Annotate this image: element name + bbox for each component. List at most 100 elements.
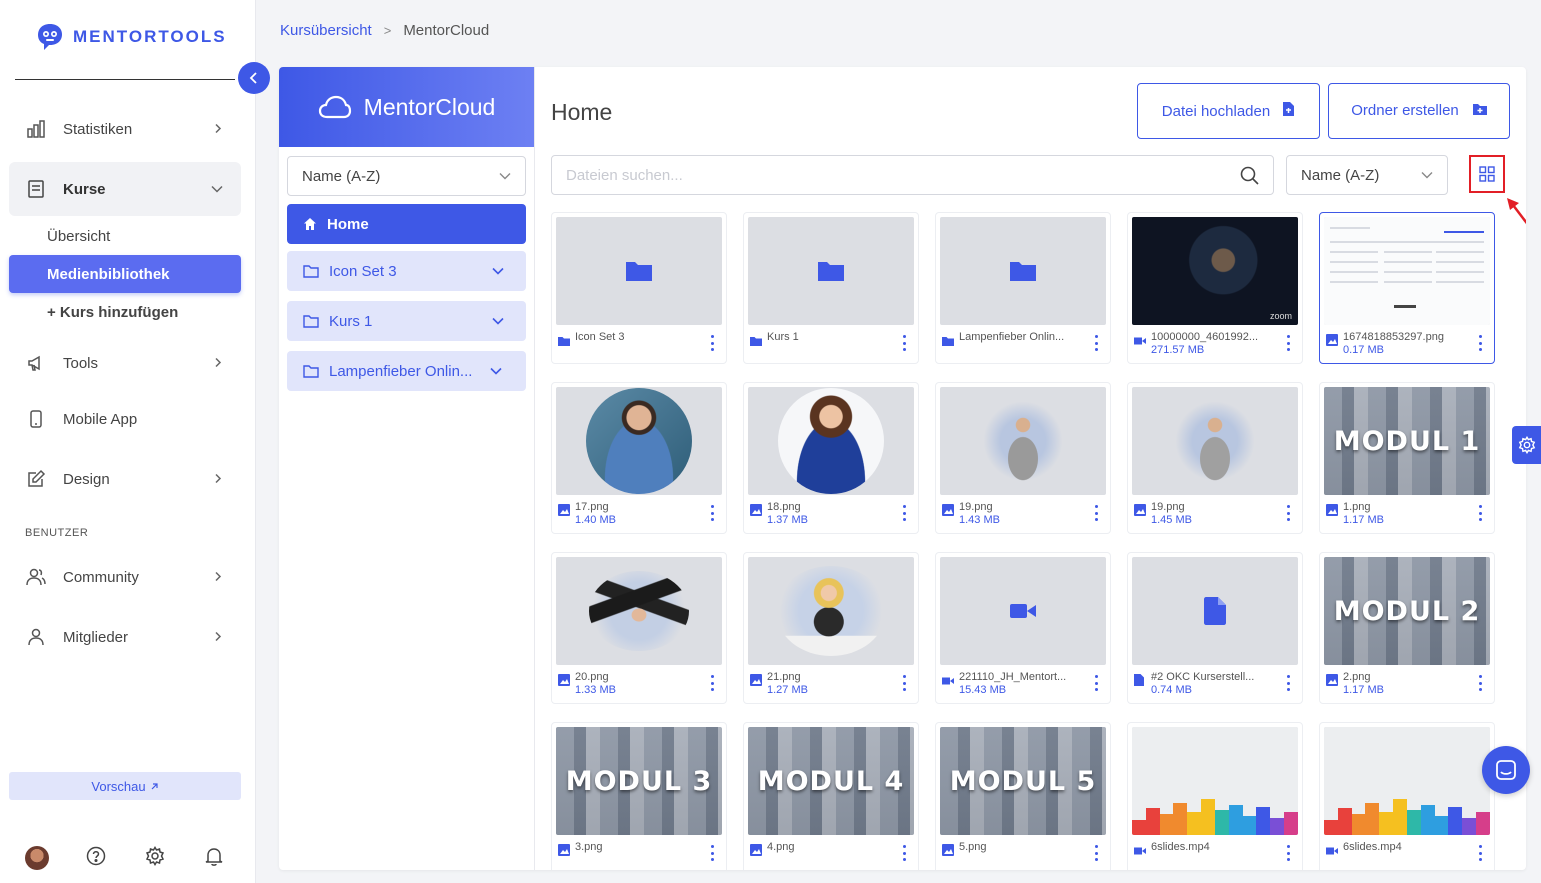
file-tile[interactable]: #2 OKC Kurserstell... 0.74 MB: [1127, 552, 1303, 704]
sidebar-item-label: Statistiken: [63, 120, 133, 138]
more-vertical-icon[interactable]: [902, 505, 906, 521]
sidebar-subitem-uebersicht[interactable]: Übersicht: [9, 217, 241, 255]
chevron-down-icon[interactable]: [492, 313, 504, 330]
more-vertical-icon[interactable]: [902, 845, 906, 861]
preview-button[interactable]: Vorschau: [9, 772, 241, 800]
sidebar-item-community[interactable]: Community: [9, 550, 241, 604]
help-icon[interactable]: [86, 846, 106, 871]
file-size: 1.33 MB: [575, 684, 616, 696]
tree-node-icon-set-3[interactable]: Icon Set 3: [287, 251, 526, 291]
collapse-sidebar-button[interactable]: [238, 62, 270, 94]
chevron-right-icon: [213, 569, 223, 586]
more-vertical-icon[interactable]: [710, 845, 714, 861]
file-tile[interactable]: MODUL 4 4.png: [743, 722, 919, 870]
chat-launcher-button[interactable]: [1482, 746, 1530, 794]
create-folder-button[interactable]: Ordner erstellen: [1328, 83, 1510, 139]
file-meta: Kurs 1: [750, 331, 894, 351]
tree-node-kurs-1[interactable]: Kurs 1: [287, 301, 526, 341]
more-vertical-icon[interactable]: [1094, 335, 1098, 351]
sidebar-item-statistiken[interactable]: Statistiken: [9, 102, 241, 156]
more-vertical-icon[interactable]: [1094, 675, 1098, 691]
more-vertical-icon[interactable]: [1286, 675, 1290, 691]
settings-side-button[interactable]: [1512, 426, 1541, 464]
image-icon: [942, 503, 954, 527]
bell-icon[interactable]: [204, 846, 224, 871]
sidebar-subitem-medienbibliothek[interactable]: Medienbibliothek: [9, 255, 241, 293]
chevron-down-icon[interactable]: [492, 263, 504, 280]
sidebar-item-tools[interactable]: Tools: [9, 336, 241, 390]
logo[interactable]: MENTORTOOLS: [35, 22, 227, 52]
more-vertical-icon[interactable]: [1286, 335, 1290, 351]
file-tile[interactable]: 18.png 1.37 MB: [743, 382, 919, 534]
section-label-benutzer: BENUTZER: [25, 527, 89, 539]
more-vertical-icon[interactable]: [902, 335, 906, 351]
more-vertical-icon[interactable]: [710, 505, 714, 521]
more-vertical-icon[interactable]: [1478, 335, 1482, 351]
tree-node-lampenfieber[interactable]: Lampenfieber Onlin...: [287, 351, 526, 391]
folder-icon: [558, 333, 570, 351]
upload-label: Datei hochladen: [1161, 102, 1271, 120]
file-tile[interactable]: 17.png 1.40 MB: [551, 382, 727, 534]
chevron-left-icon: [249, 72, 257, 84]
tree-sort-select[interactable]: Name (A-Z): [287, 156, 526, 196]
file-name: 17.png: [575, 501, 609, 513]
image-thumbnail: [940, 387, 1106, 495]
file-tile[interactable]: MODUL 1 1.png 1.17 MB: [1319, 382, 1495, 534]
users-icon: [25, 566, 47, 588]
file-tile[interactable]: zoom 10000000_4601992... 271.57 MB: [1127, 212, 1303, 364]
more-vertical-icon[interactable]: [1094, 845, 1098, 861]
chevron-down-icon[interactable]: [490, 363, 502, 380]
file-tile[interactable]: 21.png 1.27 MB: [743, 552, 919, 704]
image-icon: [1326, 503, 1338, 527]
file-meta: 20.png 1.33 MB: [558, 671, 702, 697]
more-vertical-icon[interactable]: [902, 675, 906, 691]
file-name: 5.png: [959, 841, 987, 853]
breadcrumb-link-kursuebersicht[interactable]: Kursübersicht: [280, 22, 372, 39]
file-tile[interactable]: Lampenfieber Onlin...: [935, 212, 1111, 364]
search-input[interactable]: Dateien suchen...: [551, 155, 1274, 195]
file-name: 19.png: [959, 501, 993, 513]
search-icon[interactable]: [1240, 166, 1259, 189]
file-tile[interactable]: 6slides.mp4: [1319, 722, 1495, 870]
file-tile[interactable]: Kurs 1: [743, 212, 919, 364]
gear-icon[interactable]: [145, 846, 165, 871]
sidebar-item-design[interactable]: Design: [9, 452, 241, 506]
sidebar-item-kurse[interactable]: Kurse: [9, 162, 241, 216]
upload-file-button[interactable]: Datei hochladen: [1137, 83, 1320, 139]
chevron-down-icon: [1421, 167, 1433, 184]
file-meta: #2 OKC Kurserstell... 0.74 MB: [1134, 671, 1278, 697]
file-meta: 5.png: [942, 841, 1086, 861]
file-tile[interactable]: 19.png 1.43 MB: [935, 382, 1111, 534]
folder-icon: [818, 262, 844, 281]
more-vertical-icon[interactable]: [1478, 845, 1482, 861]
file-size: 271.57 MB: [1151, 344, 1205, 356]
image-thumbnail: MODUL 2: [1324, 557, 1490, 665]
file-tile[interactable]: 1674818853297.png 0.17 MB: [1319, 212, 1495, 364]
file-tile[interactable]: 221110_JH_Mentort... 15.43 MB: [935, 552, 1111, 704]
file-tile[interactable]: MODUL 2 2.png 1.17 MB: [1319, 552, 1495, 704]
file-tile[interactable]: Icon Set 3: [551, 212, 727, 364]
more-vertical-icon[interactable]: [710, 335, 714, 351]
more-vertical-icon[interactable]: [1286, 505, 1290, 521]
more-vertical-icon[interactable]: [1286, 845, 1290, 861]
more-vertical-icon[interactable]: [710, 675, 714, 691]
file-size: 1.43 MB: [959, 514, 1000, 526]
tree-node-home[interactable]: Home: [287, 204, 526, 244]
more-vertical-icon[interactable]: [1478, 675, 1482, 691]
file-tile[interactable]: 20.png 1.33 MB: [551, 552, 727, 704]
sidebar-item-mitglieder[interactable]: Mitglieder: [9, 610, 241, 664]
folder-icon: [1010, 262, 1036, 281]
file-tile[interactable]: MODUL 3 3.png: [551, 722, 727, 870]
more-vertical-icon[interactable]: [1478, 505, 1482, 521]
grid-view-toggle[interactable]: [1469, 155, 1505, 193]
file-tile[interactable]: 19.png 1.45 MB: [1127, 382, 1303, 534]
file-tile[interactable]: MODUL 5 5.png: [935, 722, 1111, 870]
file-sort-select[interactable]: Name (A-Z): [1286, 155, 1448, 195]
sidebar-item-mobile-app[interactable]: Mobile App: [9, 392, 241, 446]
more-vertical-icon[interactable]: [1094, 505, 1098, 521]
chevron-right-icon: [213, 121, 223, 138]
avatar[interactable]: [25, 846, 49, 870]
image-icon: [750, 503, 762, 527]
file-tile[interactable]: 6slides.mp4: [1127, 722, 1303, 870]
sidebar-subitem-add-course[interactable]: + Kurs hinzufügen: [9, 293, 241, 331]
